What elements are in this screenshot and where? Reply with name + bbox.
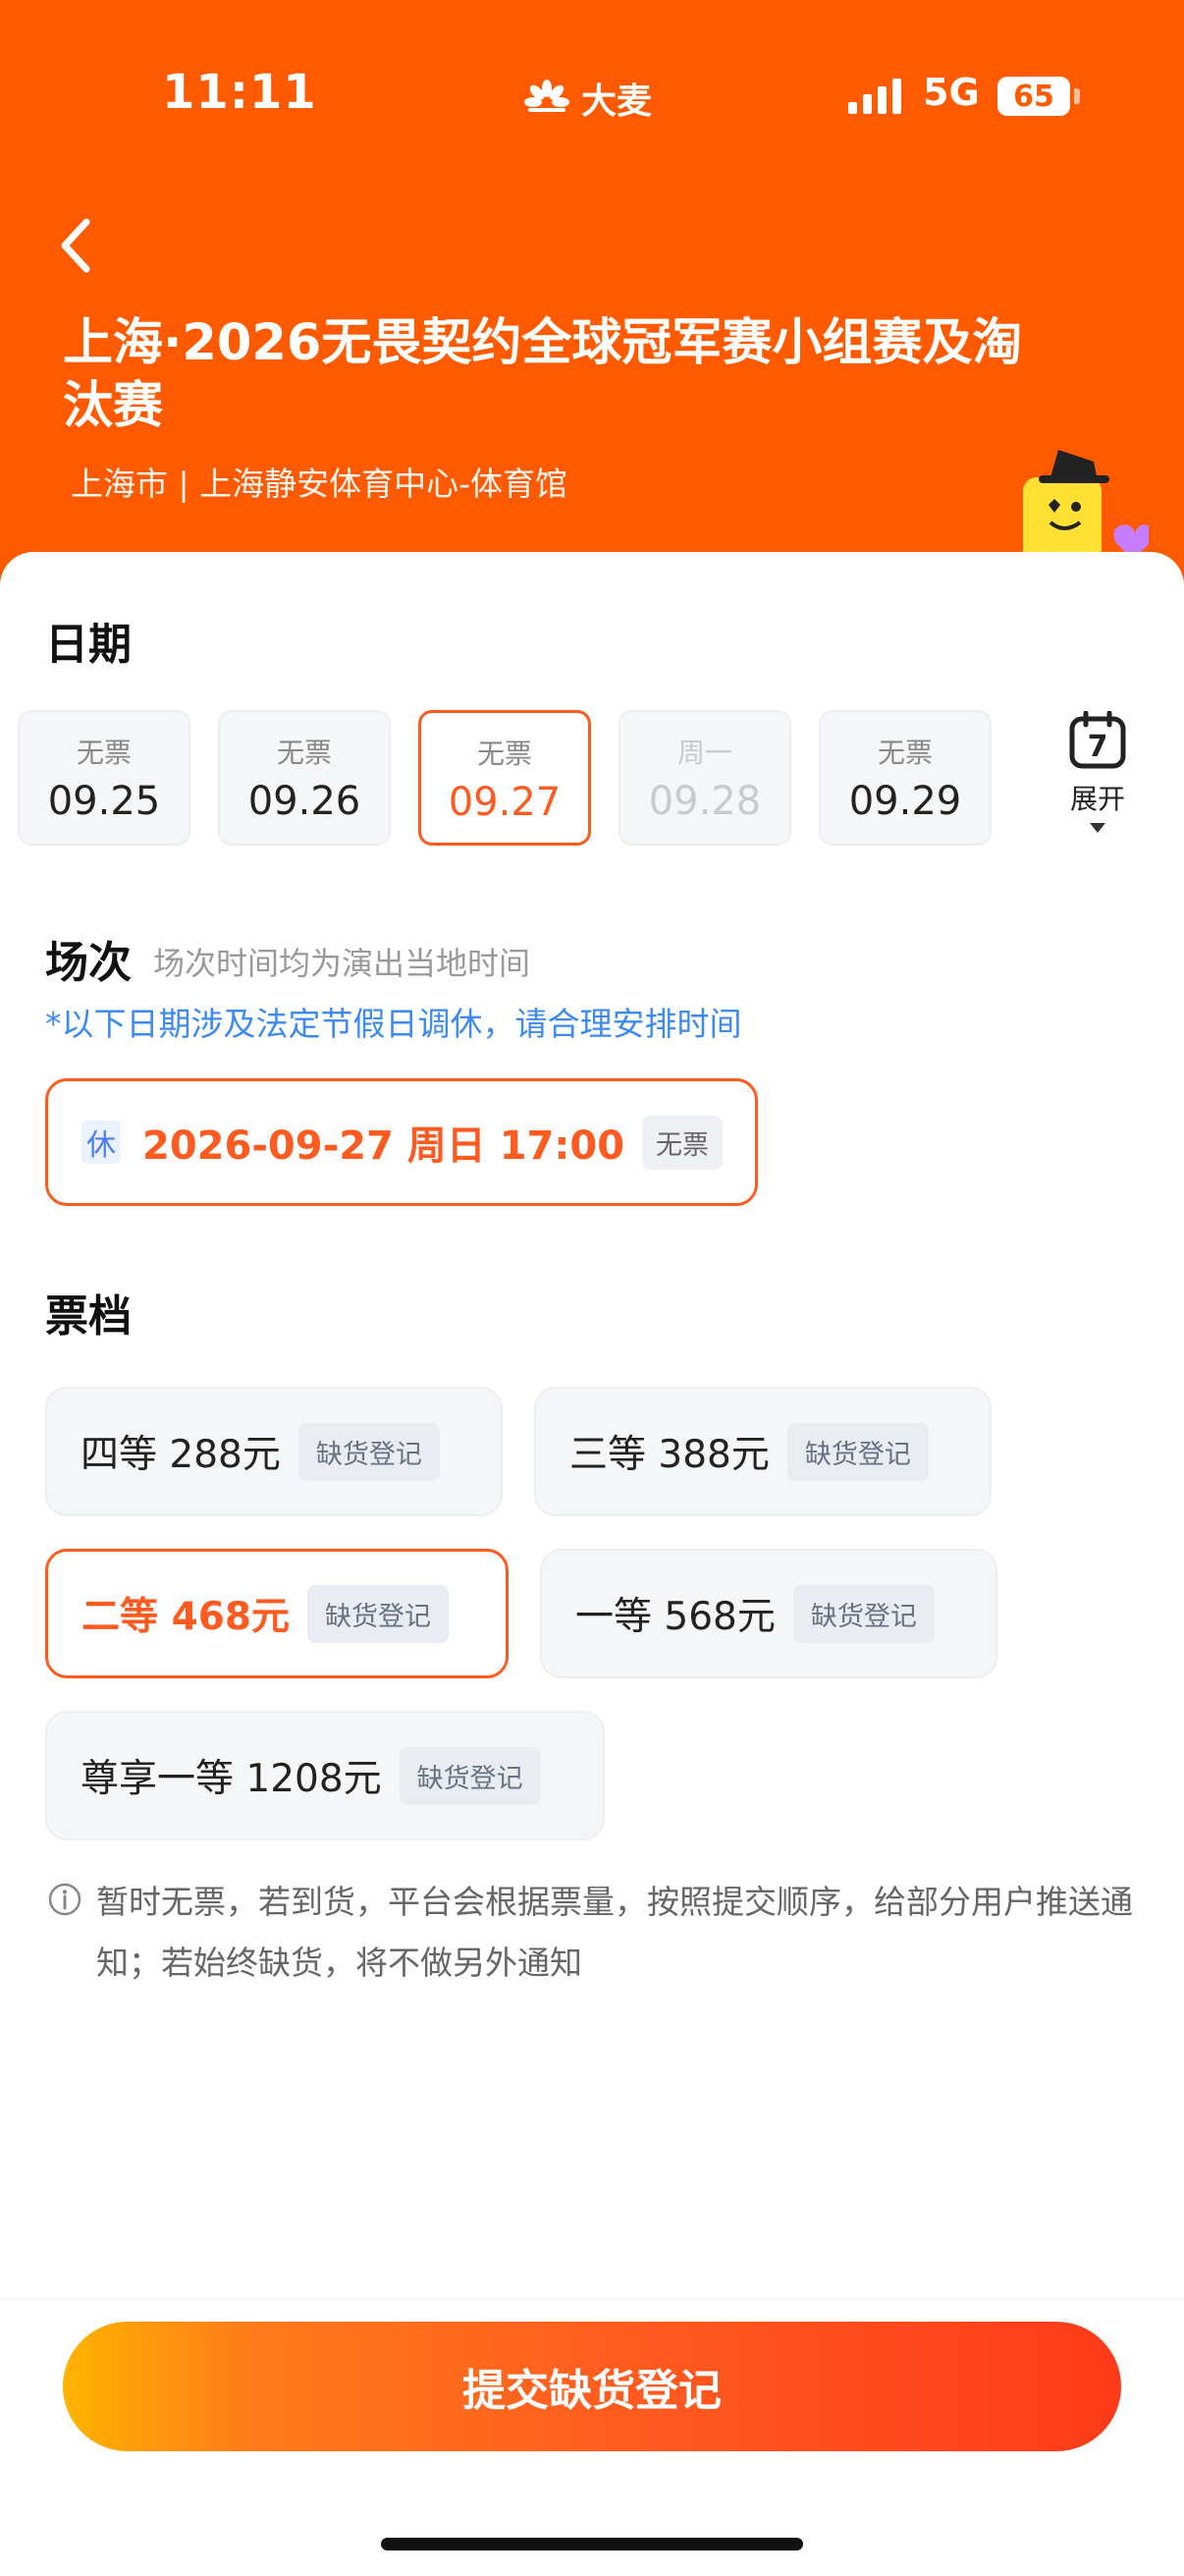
tier-waitlist-badge: 缺货登记 xyxy=(786,1422,929,1481)
tier-waitlist-badge: 缺货登记 xyxy=(399,1746,541,1805)
rest-day-tag: 休 xyxy=(81,1121,121,1164)
date-card[interactable]: 无票 09.25 xyxy=(18,710,190,846)
date-heading: 日期 xyxy=(45,620,132,670)
tier-waitlist-badge: 缺货登记 xyxy=(307,1584,449,1643)
tier-name: 一等 568元 xyxy=(575,1595,776,1639)
date-day: 09.29 xyxy=(848,779,962,824)
session-datetime: 2026-09-27 周日 17:00 xyxy=(142,1124,625,1169)
date-day: 09.27 xyxy=(448,780,562,825)
expand-label: 展开 xyxy=(1069,783,1125,815)
battery-level: 65 xyxy=(1013,79,1054,114)
calendar-day-number: 7 xyxy=(1088,730,1108,764)
network-label: 5G xyxy=(923,71,980,114)
info-icon xyxy=(48,1883,81,1916)
brand-logo-icon xyxy=(524,80,569,112)
status-bar: 11:11 大麦 5G 65 xyxy=(0,59,1184,137)
date-card[interactable]: 无票 09.29 xyxy=(819,710,992,846)
session-option[interactable]: 休 2026-09-27 周日 17:00 无票 xyxy=(45,1078,758,1206)
expand-calendar-button[interactable]: 7 展开 xyxy=(1060,710,1135,833)
tier-name: 四等 288元 xyxy=(81,1433,281,1477)
tier-name: 三等 388元 xyxy=(569,1433,770,1477)
date-card[interactable]: 无票 09.26 xyxy=(218,710,391,846)
battery-icon: 65 xyxy=(997,77,1080,116)
event-title: 上海·2026无畏契约全球冠军赛小组赛及淘汰赛 xyxy=(63,314,1023,435)
brand-logo: 大麦 xyxy=(522,73,652,124)
event-venue: 上海市 | 上海静安体育中心-体育馆 xyxy=(71,465,568,503)
date-card-selected[interactable]: 无票 09.27 xyxy=(418,710,591,846)
tier-option[interactable]: 四等 288元 缺货登记 xyxy=(45,1387,503,1516)
tier-heading: 票档 xyxy=(45,1291,132,1342)
home-indicator xyxy=(381,2538,803,2550)
chevron-down-icon xyxy=(1090,823,1105,833)
date-day: 09.25 xyxy=(47,779,161,824)
tier-option[interactable]: 一等 568元 缺货登记 xyxy=(540,1549,997,1678)
status-time: 11:11 xyxy=(162,65,317,120)
tier-waitlist-badge: 缺货登记 xyxy=(792,1584,935,1643)
date-tag: 无票 xyxy=(877,737,933,769)
date-day: 09.26 xyxy=(247,779,361,824)
signal-icon xyxy=(848,79,901,114)
tier-option-selected[interactable]: 二等 468元 缺货登记 xyxy=(45,1549,509,1678)
tier-option[interactable]: 三等 388元 缺货登记 xyxy=(534,1387,992,1516)
date-tag: 周一 xyxy=(676,737,732,769)
calendar-icon: 7 xyxy=(1069,710,1126,769)
tier-name: 尊享一等 1208元 xyxy=(81,1757,382,1801)
session-heading: 场次 xyxy=(45,938,132,988)
date-day: 09.28 xyxy=(648,779,762,824)
brand-name: 大麦 xyxy=(581,82,653,122)
back-arrow-icon[interactable] xyxy=(57,216,96,275)
date-tag: 无票 xyxy=(76,737,132,769)
tier-waitlist-badge: 缺货登记 xyxy=(297,1422,440,1481)
session-status-badge: 无票 xyxy=(642,1115,724,1170)
tier-option[interactable]: 尊享一等 1208元 缺货登记 xyxy=(45,1711,605,1840)
date-tag: 无票 xyxy=(476,738,532,770)
waitlist-info-text: 暂时无票，若到货，平台会根据票量，按照提交顺序，给部分用户推送通知；若始终缺货，… xyxy=(96,1883,1133,1982)
submit-waitlist-button[interactable]: 提交缺货登记 xyxy=(63,2322,1121,2451)
date-tag: 无票 xyxy=(276,737,332,769)
date-card-disabled[interactable]: 周一 09.28 xyxy=(619,710,791,846)
header: 11:11 大麦 5G 65 上海·2026无畏契约全球冠军赛小组赛及淘汰赛 上… xyxy=(0,0,1184,589)
tier-name: 二等 468元 xyxy=(81,1595,290,1639)
holiday-notice: *以下日期涉及法定节假日调休，请合理安排时间 xyxy=(45,1005,742,1043)
session-subtitle: 场次时间均为演出当地时间 xyxy=(153,945,531,982)
